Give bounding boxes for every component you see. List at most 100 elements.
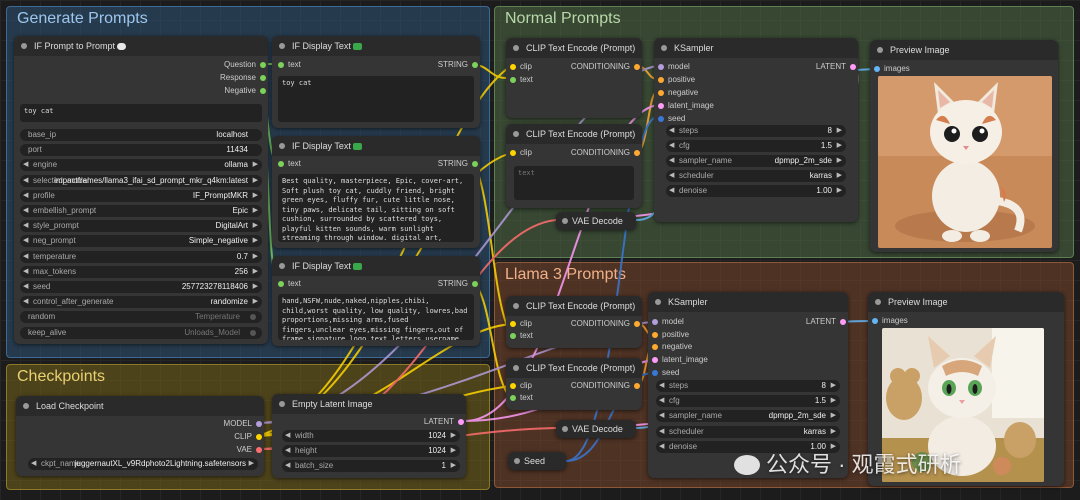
- widget-control-after-generate[interactable]: ◀ control_after_generate randomize ▶: [20, 296, 262, 309]
- right-arrow-icon[interactable]: ▶: [253, 220, 258, 232]
- output-string[interactable]: STRING: [438, 60, 480, 70]
- input-model[interactable]: model: [656, 62, 690, 72]
- output-latent[interactable]: LATENT: [816, 62, 858, 72]
- widget-selected-model[interactable]: ◀ selected_model impactframes/llama3_ifai_…: [20, 174, 262, 187]
- input-latent-image[interactable]: latent_image: [650, 355, 708, 365]
- left-arrow-icon[interactable]: ◀: [659, 410, 664, 422]
- display-text-area[interactable]: hand,NSFW,nude,naked,nipples,chibi, chil…: [278, 294, 474, 340]
- right-arrow-icon[interactable]: ▶: [837, 140, 842, 152]
- widget-batch-size[interactable]: ◀ batch_size 1 ▶: [282, 460, 460, 472]
- widget-random[interactable]: random Temperature: [20, 311, 262, 324]
- left-arrow-icon[interactable]: ◀: [23, 296, 28, 308]
- empty-latent-image-node[interactable]: Empty Latent Image LATENT ◀ width 1024 ▶ ◀ he…: [272, 394, 466, 478]
- node-title[interactable]: CLIP Text Encode (Prompt): [506, 296, 642, 316]
- input-text[interactable]: text: [508, 393, 533, 403]
- right-arrow-icon[interactable]: ▶: [831, 426, 836, 438]
- node-title[interactable]: Empty Latent Image: [272, 394, 466, 414]
- input-text[interactable]: text: [276, 159, 301, 169]
- node-title[interactable]: VAE Decode: [556, 420, 636, 438]
- output-vae[interactable]: VAE: [237, 445, 264, 455]
- output-latent[interactable]: LATENT: [424, 417, 466, 427]
- left-arrow-icon[interactable]: ◀: [659, 380, 664, 392]
- left-arrow-icon[interactable]: ◀: [23, 251, 28, 263]
- display-text-area[interactable]: toy cat: [278, 76, 474, 122]
- widget-sampler-name[interactable]: ◀ sampler_name dpmpp_2m_sde ▶: [666, 155, 846, 167]
- collapse-dot-icon[interactable]: [513, 303, 519, 309]
- right-arrow-icon[interactable]: ▶: [451, 445, 456, 457]
- clip-text-encode-node-normal-2[interactable]: CLIP Text Encode (Prompt) clip CONDITION…: [506, 124, 642, 208]
- node-title[interactable]: IF Display Text: [272, 136, 480, 156]
- clip-text-encode-node-llama-1[interactable]: CLIP Text Encode (Prompt) clip text COND…: [506, 296, 642, 348]
- right-arrow-icon[interactable]: ▶: [253, 281, 258, 293]
- input-positive[interactable]: positive: [650, 330, 689, 340]
- right-arrow-icon[interactable]: ▶: [837, 170, 842, 182]
- input-model[interactable]: model: [650, 317, 684, 327]
- left-arrow-icon[interactable]: ◀: [659, 395, 664, 407]
- left-arrow-icon[interactable]: ◀: [23, 175, 28, 187]
- right-arrow-icon[interactable]: ▶: [831, 380, 836, 392]
- left-arrow-icon[interactable]: ◀: [23, 281, 28, 293]
- output-question[interactable]: Question: [224, 60, 268, 70]
- toggle-icon[interactable]: [250, 314, 256, 321]
- input-seed[interactable]: seed: [656, 114, 685, 124]
- right-arrow-icon[interactable]: ▶: [249, 458, 254, 470]
- collapse-dot-icon[interactable]: [875, 299, 881, 305]
- left-arrow-icon[interactable]: ◀: [659, 441, 664, 453]
- left-arrow-icon[interactable]: ◀: [669, 155, 674, 167]
- node-title[interactable]: Preview Image: [868, 292, 1064, 312]
- input-clip[interactable]: clip: [508, 148, 532, 158]
- left-arrow-icon[interactable]: ◀: [23, 235, 28, 247]
- right-arrow-icon[interactable]: ▶: [837, 185, 842, 197]
- node-title[interactable]: KSampler: [648, 292, 848, 312]
- widget-engine[interactable]: ◀ engine ollama ▶: [20, 159, 262, 172]
- input-positive[interactable]: positive: [656, 75, 695, 85]
- left-arrow-icon[interactable]: ◀: [669, 170, 674, 182]
- left-arrow-icon[interactable]: ◀: [659, 426, 664, 438]
- collapse-dot-icon[interactable]: [655, 299, 661, 305]
- output-response[interactable]: Response: [220, 73, 268, 83]
- if-display-text-node-2[interactable]: IF Display Text text STRING Best quality…: [272, 136, 480, 248]
- widget-steps[interactable]: ◀ steps 8 ▶: [656, 380, 840, 392]
- node-title[interactable]: VAE Decode: [556, 212, 636, 230]
- left-arrow-icon[interactable]: ◀: [23, 190, 28, 202]
- collapse-dot-icon[interactable]: [279, 143, 285, 149]
- input-text[interactable]: text: [508, 331, 533, 341]
- right-arrow-icon[interactable]: ▶: [253, 235, 258, 247]
- collapse-dot-icon[interactable]: [279, 401, 285, 407]
- widget-port[interactable]: port 11434: [20, 144, 262, 157]
- output-clip[interactable]: CLIP: [234, 432, 264, 442]
- widget-max-tokens[interactable]: ◀ max_tokens 256 ▶: [20, 265, 262, 278]
- preview-image-cat-plush[interactable]: [878, 76, 1052, 248]
- widget-cfg[interactable]: ◀ cfg 1.5 ▶: [666, 140, 846, 152]
- collapse-dot-icon[interactable]: [513, 45, 519, 51]
- right-arrow-icon[interactable]: ▶: [451, 430, 456, 442]
- input-clip[interactable]: clip: [508, 319, 532, 329]
- widget-denoise[interactable]: ◀ denoise 1.00 ▶: [666, 185, 846, 197]
- input-seed[interactable]: seed: [650, 368, 679, 378]
- widget-seed[interactable]: ◀ seed 257723278118406 ▶: [20, 281, 262, 293]
- collapse-dot-icon[interactable]: [279, 263, 285, 269]
- collapse-dot-icon[interactable]: [562, 426, 568, 432]
- output-conditioning[interactable]: CONDITIONING: [571, 319, 642, 329]
- left-arrow-icon[interactable]: ◀: [31, 458, 36, 470]
- node-title[interactable]: CLIP Text Encode (Prompt): [506, 124, 642, 144]
- ksampler-node-normal[interactable]: KSampler model positive negative latent_…: [654, 38, 858, 222]
- output-model[interactable]: MODEL: [224, 419, 264, 429]
- node-title[interactable]: CLIP Text Encode (Prompt): [506, 38, 642, 58]
- left-arrow-icon[interactable]: ◀: [669, 125, 674, 137]
- widget-sampler-name[interactable]: ◀ sampler_name dpmpp_2m_sde ▶: [656, 410, 840, 423]
- output-string[interactable]: STRING: [438, 159, 480, 169]
- input-images[interactable]: images: [872, 64, 910, 74]
- widget-scheduler[interactable]: ◀ scheduler karras ▶: [656, 425, 840, 438]
- right-arrow-icon[interactable]: ▶: [253, 175, 258, 187]
- preview-image-node-normal[interactable]: Preview Image images: [870, 40, 1058, 252]
- left-arrow-icon[interactable]: ◀: [23, 266, 28, 278]
- output-negative[interactable]: Negative: [224, 86, 268, 96]
- widget-base-ip[interactable]: base_ip localhost: [20, 129, 262, 141]
- right-arrow-icon[interactable]: ▶: [837, 125, 842, 137]
- node-title[interactable]: Seed: [508, 452, 566, 470]
- widget-profile[interactable]: ◀ profile IF_PromptMKR ▶: [20, 189, 262, 202]
- node-title[interactable]: KSampler: [654, 38, 858, 58]
- prompt-input-textarea[interactable]: toy cat: [20, 104, 262, 122]
- output-conditioning[interactable]: CONDITIONING: [571, 381, 642, 391]
